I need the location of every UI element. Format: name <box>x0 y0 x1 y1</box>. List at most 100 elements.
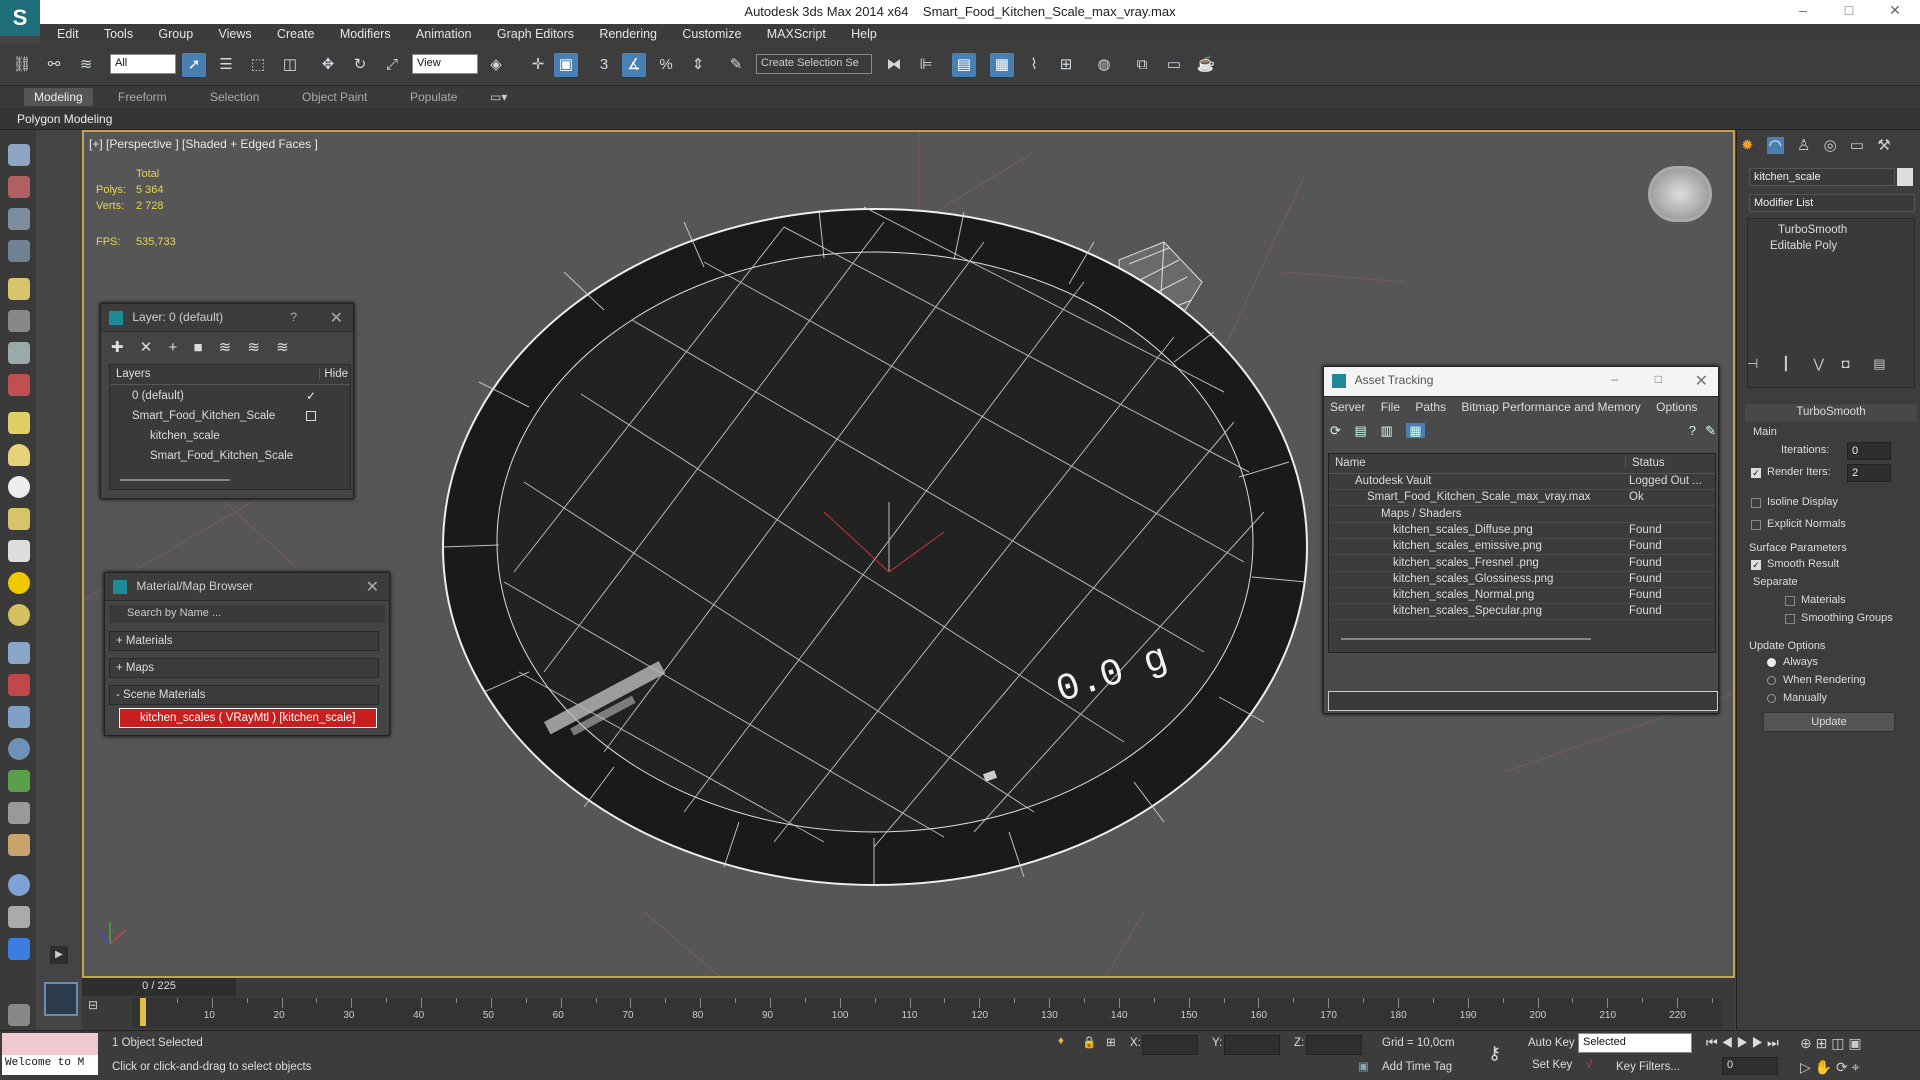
tab-object-paint[interactable]: Object Paint <box>302 90 367 104</box>
render-setup-icon[interactable]: ⧉ <box>1130 53 1154 77</box>
object-color-swatch[interactable] <box>1897 168 1913 186</box>
next-frame-icon[interactable]: ▶ <box>1752 1035 1764 1050</box>
asset-row[interactable]: kitchen_scales_Normal.png Found <box>1329 588 1715 605</box>
menu-graph-editors[interactable]: Graph Editors <box>486 24 585 44</box>
modifier-editable-poly[interactable]: Editable Poly <box>1748 237 1914 257</box>
torus-icon[interactable] <box>8 604 30 626</box>
time-slider[interactable]: 0 / 225 <box>82 978 236 996</box>
close-button[interactable]: ✕ <box>1880 2 1910 22</box>
menu-customize[interactable]: Customize <box>671 24 752 44</box>
set-key-button[interactable]: Set Key <box>1532 1059 1572 1071</box>
hide-column-header[interactable]: Hide <box>319 368 348 380</box>
select-in-layer-icon[interactable]: ■ <box>193 339 202 356</box>
status-column-header[interactable]: Status <box>1625 457 1665 469</box>
time-slider-handle[interactable] <box>140 998 146 1026</box>
zoom-icon[interactable]: ⊕ <box>1800 1035 1812 1051</box>
maximize-viewport-icon[interactable]: ▣ <box>1848 1035 1861 1051</box>
smoothing-groups-checkbox[interactable] <box>1785 614 1795 624</box>
motion-tab-icon[interactable]: ◎ <box>1824 137 1837 154</box>
light-icon[interactable] <box>8 278 30 300</box>
key-mode-dropdown[interactable]: Selected <box>1578 1033 1692 1053</box>
tree-view-icon[interactable]: ▥ <box>1380 423 1392 438</box>
x-coordinate-field[interactable] <box>1142 1035 1198 1055</box>
scene-material-item[interactable]: kitchen_scales ( VRayMtl ) [kitchen_scal… <box>119 708 377 728</box>
viewport-label[interactable]: [+] [Perspective ] [Shaded + Edged Faces… <box>89 137 318 151</box>
tab-populate[interactable]: Populate <box>410 90 457 104</box>
unlink-icon[interactable]: ⚯ <box>42 53 66 77</box>
key-icon[interactable]: ⚷ <box>1488 1043 1501 1064</box>
table-view-icon[interactable]: ▦ <box>1406 423 1425 438</box>
lock-icon[interactable]: 🔒 <box>1082 1035 1096 1049</box>
close-icon[interactable]: ✕ <box>330 308 343 328</box>
asset-row[interactable]: Autodesk Vault Logged Out ... <box>1329 474 1715 490</box>
smooth-result-checkbox[interactable]: ✓ <box>1751 560 1761 570</box>
mirror-icon[interactable]: ⧓ <box>882 53 906 77</box>
minimize-button[interactable]: – <box>1788 2 1818 22</box>
globe-icon[interactable] <box>8 738 30 760</box>
spinner-snap-icon[interactable]: ⇕ <box>686 53 710 77</box>
create-tab-icon[interactable]: ✹ <box>1741 137 1754 154</box>
select-by-name-icon[interactable]: ☰ <box>214 53 238 77</box>
select-object-icon[interactable]: ➚ <box>182 53 206 77</box>
curve-editor-icon[interactable]: ⌇ <box>1022 53 1046 77</box>
isolate-icon[interactable]: ♦ <box>1058 1035 1064 1047</box>
update-button[interactable]: Update <box>1763 712 1895 732</box>
h-scrollbar[interactable] <box>120 479 230 481</box>
add-to-layer-icon[interactable]: + <box>169 339 178 356</box>
menu-group[interactable]: Group <box>147 24 204 44</box>
zoom-all-icon[interactable]: ⊞ <box>1816 1035 1828 1051</box>
camera-icon[interactable] <box>8 310 30 332</box>
rollout-title[interactable]: TurboSmooth <box>1745 404 1917 422</box>
close-icon[interactable]: ✕ <box>1695 371 1708 391</box>
h-scrollbar[interactable] <box>1341 638 1591 640</box>
align-icon[interactable]: ⊫ <box>914 53 938 77</box>
bind-spacewarp-icon[interactable]: ≋ <box>74 53 98 77</box>
menu-tools[interactable]: Tools <box>93 24 144 44</box>
select-manipulate-icon[interactable]: ✛ <box>526 53 550 77</box>
table-icon[interactable] <box>8 240 30 262</box>
list-icon[interactable] <box>8 208 30 230</box>
auto-key-button[interactable]: Auto Key <box>1528 1037 1575 1049</box>
maximize-icon[interactable]: □ <box>1655 372 1662 386</box>
asset-row[interactable]: kitchen_scales_Glossiness.png Found <box>1329 572 1715 588</box>
asset-row[interactable]: kitchen_scales_Fresnel .png Found <box>1329 556 1715 572</box>
menu-views[interactable]: Views <box>208 24 263 44</box>
viewcube-icon[interactable] <box>1648 166 1712 222</box>
render-iters-spinner[interactable]: 2 <box>1847 464 1891 482</box>
hide-all-icon[interactable]: ≋ <box>247 339 260 356</box>
move-icon[interactable]: ✥ <box>316 53 340 77</box>
modifier-list-dropdown[interactable]: Modifier List <box>1749 194 1915 212</box>
link-icon[interactable]: ⛓ <box>10 53 34 77</box>
menu-rendering[interactable]: Rendering <box>588 24 668 44</box>
named-selection-dropdown[interactable]: Create Selection Se <box>756 54 872 74</box>
ribbon-options-icon[interactable]: ▭▾ <box>490 90 507 104</box>
percent-snap-icon[interactable]: % <box>654 53 678 77</box>
hair-icon[interactable] <box>8 802 30 824</box>
manually-radio[interactable] <box>1767 694 1776 703</box>
asset-row[interactable]: kitchen_scales_Specular.png Found <box>1329 604 1715 621</box>
rect-selection-icon[interactable]: ⬚ <box>246 53 270 77</box>
graphite-toolbar-icon[interactable]: ▦ <box>990 53 1014 77</box>
tab-selection[interactable]: Selection <box>210 90 259 104</box>
helper-icon[interactable] <box>8 342 30 364</box>
pivot-center-icon[interactable]: ◈ <box>484 53 508 77</box>
orbit-icon[interactable]: ⟳ <box>1836 1059 1848 1075</box>
layer-row[interactable]: kitchen_scale <box>110 427 350 447</box>
refresh-icon[interactable]: ⟳ <box>1330 423 1341 438</box>
angle-snap-icon[interactable]: ∡ <box>622 53 646 77</box>
render-production-icon[interactable]: ☕ <box>1194 53 1218 77</box>
key-filters-button[interactable]: Key Filters... <box>1616 1061 1680 1073</box>
particles-icon[interactable] <box>8 642 30 664</box>
layer-manager-icon[interactable]: ▤ <box>952 53 976 77</box>
utility-icon[interactable] <box>8 1004 30 1026</box>
scene-materials-group[interactable]: - Scene Materials <box>109 685 379 705</box>
when-rendering-radio[interactable] <box>1767 676 1776 685</box>
dynamics-icon[interactable] <box>8 674 30 696</box>
configure-sets-icon[interactable]: ▤ <box>1873 356 1885 371</box>
go-to-end-icon[interactable]: ⏭ <box>1767 1035 1779 1050</box>
zoom-extents-icon[interactable]: ◫ <box>1831 1035 1844 1051</box>
app-logo-icon[interactable]: S <box>0 0 40 36</box>
menu-modifiers[interactable]: Modifiers <box>329 24 402 44</box>
z-coordinate-field[interactable] <box>1306 1035 1362 1055</box>
menu-paths[interactable]: Paths <box>1415 400 1446 414</box>
